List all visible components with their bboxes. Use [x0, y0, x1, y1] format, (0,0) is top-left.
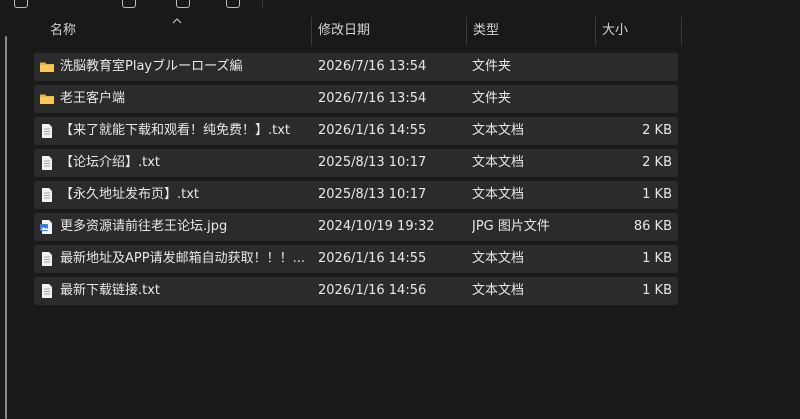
paste-icon[interactable]	[176, 0, 190, 8]
file-name: 洗脳教育室Playブルーローズ編	[60, 59, 243, 74]
list-item[interactable]: 【论坛介绍】.txt 2025/8/13 10:17 文本文档 2 KB	[34, 149, 678, 177]
file-name: 最新地址及APP请发邮箱自动获取！！！...	[60, 251, 305, 266]
text-file-icon	[42, 156, 52, 170]
text-file-icon	[42, 188, 52, 202]
file-date: 2024/10/19 19:32	[318, 219, 435, 234]
file-date: 2026/1/16 14:55	[318, 123, 427, 138]
toolbar-separator	[262, 0, 263, 8]
file-name: 【论坛介绍】.txt	[60, 155, 161, 170]
file-type: 文本文档	[472, 123, 525, 138]
folder-icon	[40, 94, 54, 104]
file-list: 洗脳教育室Playブルーローズ編 2026/7/16 13:54 文件夹 老王客…	[34, 53, 678, 309]
column-header-date[interactable]: 修改日期	[312, 17, 466, 45]
image-file-icon	[40, 220, 52, 234]
list-item[interactable]: 最新地址及APP请发邮箱自动获取！！！... 2026/1/16 14:55 文…	[34, 245, 678, 273]
file-explorer-window: 名称 修改日期 类型 大小 洗脳教育室Playブルーローズ編 2026/7/16…	[0, 0, 800, 419]
list-item[interactable]: 更多资源请前往老王论坛.jpg 2024/10/19 19:32 JPG 图片文…	[34, 213, 678, 241]
file-size: 1 KB	[642, 283, 672, 298]
file-size	[596, 53, 672, 81]
file-size: 1 KB	[642, 187, 672, 202]
file-date: 2026/1/16 14:55	[318, 251, 427, 266]
cut-icon[interactable]	[14, 0, 28, 8]
file-name: 【来了就能下载和观看！纯免费！】.txt	[60, 123, 291, 138]
file-size: 86 KB	[633, 219, 672, 234]
file-type: 文本文档	[472, 155, 525, 170]
text-file-icon	[42, 284, 52, 298]
list-item[interactable]: 洗脳教育室Playブルーローズ編 2026/7/16 13:54 文件夹	[34, 53, 678, 81]
list-item[interactable]: 老王客户端 2026/7/16 13:54 文件夹	[34, 85, 678, 113]
text-file-icon	[42, 124, 52, 138]
delete-icon[interactable]	[226, 0, 240, 8]
column-divider[interactable]	[681, 17, 682, 45]
file-type: 文本文档	[472, 283, 525, 298]
column-header-type[interactable]: 类型	[467, 17, 595, 45]
file-type: 文件夹	[472, 91, 512, 106]
file-type: 文本文档	[472, 251, 525, 266]
navigation-pane-scrollbar[interactable]	[5, 36, 7, 419]
file-name: 【永久地址发布页】.txt	[60, 187, 200, 202]
list-item[interactable]: 最新下载链接.txt 2026/1/16 14:56 文本文档 1 KB	[34, 277, 678, 305]
column-header: 名称 修改日期 类型 大小	[0, 17, 800, 45]
file-size: 2 KB	[642, 155, 672, 170]
column-header-size[interactable]: 大小	[596, 17, 681, 45]
file-date: 2025/8/13 10:17	[318, 187, 427, 202]
copy-icon[interactable]	[122, 0, 136, 8]
file-size: 2 KB	[642, 123, 672, 138]
file-name: 更多资源请前往老王论坛.jpg	[60, 219, 228, 234]
file-size	[596, 85, 672, 113]
file-type: 文本文档	[472, 187, 525, 202]
file-date: 2026/1/16 14:56	[318, 283, 427, 298]
column-header-name[interactable]: 名称	[44, 17, 310, 45]
file-date: 2025/8/13 10:17	[318, 155, 427, 170]
file-date: 2026/7/16 13:54	[318, 91, 427, 106]
file-type: JPG 图片文件	[472, 219, 550, 234]
file-name: 老王客户端	[60, 91, 126, 106]
text-file-icon	[42, 252, 52, 266]
file-name: 最新下载链接.txt	[60, 283, 161, 298]
command-toolbar	[0, 0, 800, 8]
file-type: 文件夹	[472, 59, 512, 74]
file-date: 2026/7/16 13:54	[318, 59, 427, 74]
list-item[interactable]: 【永久地址发布页】.txt 2025/8/13 10:17 文本文档 1 KB	[34, 181, 678, 209]
folder-icon	[40, 62, 54, 72]
list-item[interactable]: 【来了就能下载和观看！纯免费！】.txt 2026/1/16 14:55 文本文…	[34, 117, 678, 145]
file-size: 1 KB	[642, 251, 672, 266]
